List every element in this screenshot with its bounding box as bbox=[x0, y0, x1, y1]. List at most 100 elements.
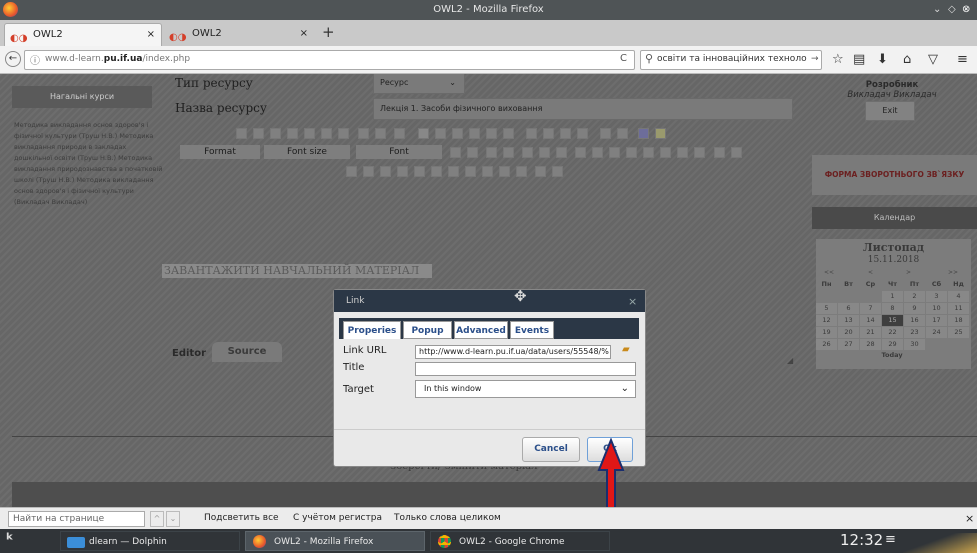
underline-icon[interactable] bbox=[452, 128, 463, 139]
pocket-icon[interactable]: ▽ bbox=[928, 50, 938, 70]
exit-button[interactable]: Exit bbox=[865, 101, 915, 121]
strike-icon[interactable] bbox=[469, 128, 480, 139]
rtl-icon[interactable] bbox=[617, 128, 628, 139]
calendar-day[interactable]: 23 bbox=[904, 327, 925, 338]
search-input[interactable]: ⚲ освіти та інноваційних технологій → bbox=[640, 50, 822, 70]
outdent-icon[interactable] bbox=[450, 147, 461, 158]
editor-tab[interactable]: Editor bbox=[172, 348, 206, 359]
next-month-button[interactable]: > bbox=[906, 269, 911, 276]
find-close-icon[interactable]: × bbox=[965, 512, 974, 525]
flash-icon[interactable] bbox=[714, 147, 725, 158]
calendar-day[interactable]: 20 bbox=[838, 327, 859, 338]
calendar-day[interactable]: 24 bbox=[926, 327, 947, 338]
tab-owl2-active[interactable]: ◐◑ OWL2 × bbox=[4, 23, 162, 46]
insert-col-icon[interactable] bbox=[482, 166, 493, 177]
cut-icon[interactable] bbox=[270, 128, 281, 139]
page-break-icon[interactable] bbox=[677, 147, 688, 158]
tab-close-icon[interactable]: × bbox=[300, 23, 308, 45]
split-icon[interactable] bbox=[431, 166, 442, 177]
resize-handle-icon[interactable]: ◢ bbox=[787, 356, 793, 365]
calendar-day[interactable]: 1 bbox=[882, 291, 903, 302]
calendar-day[interactable]: 29 bbox=[882, 339, 903, 350]
resource-name-input[interactable]: Лекція 1. Засоби фізичного виховання bbox=[373, 98, 793, 120]
calendar-day[interactable]: 14 bbox=[860, 315, 881, 326]
calendar-day[interactable]: 27 bbox=[838, 339, 859, 350]
calendar-day[interactable]: 7 bbox=[860, 303, 881, 314]
link-url-input[interactable]: http://www.d-learn.pu.if.ua/data/users/5… bbox=[415, 345, 611, 359]
info-icon[interactable]: ⓘ bbox=[30, 52, 40, 67]
calendar-day[interactable]: 11 bbox=[948, 303, 969, 314]
italic-icon[interactable] bbox=[435, 128, 446, 139]
paste-word-icon[interactable] bbox=[338, 128, 349, 139]
bookmarks-list-icon[interactable]: ▤ bbox=[853, 50, 865, 70]
find-prev-icon[interactable]: ^ bbox=[150, 511, 164, 527]
ltr-icon[interactable] bbox=[600, 128, 611, 139]
indent-icon[interactable] bbox=[467, 147, 478, 158]
table-props-icon[interactable] bbox=[346, 166, 357, 177]
calendar-day[interactable]: 13 bbox=[838, 315, 859, 326]
calendar-day[interactable]: 22 bbox=[882, 327, 903, 338]
format-select[interactable]: Format bbox=[180, 145, 260, 159]
new-tab-button[interactable]: + bbox=[322, 23, 335, 41]
media-icon[interactable] bbox=[731, 147, 742, 158]
calendar-day[interactable]: 25 bbox=[948, 327, 969, 338]
download-icon[interactable]: ⬇ bbox=[877, 50, 888, 70]
source-tab[interactable]: Source bbox=[212, 342, 282, 362]
unlink-icon[interactable] bbox=[539, 147, 550, 158]
help-icon[interactable] bbox=[552, 166, 563, 177]
task-dolphin[interactable]: dlearn — Dolphin bbox=[60, 531, 240, 551]
number-list-icon[interactable] bbox=[503, 147, 514, 158]
prev-year-button[interactable]: << bbox=[824, 269, 834, 276]
clock[interactable]: 12:32 bbox=[840, 531, 883, 549]
find-next-icon[interactable]: ⌄ bbox=[166, 511, 180, 527]
bookmark-star-icon[interactable]: ☆ bbox=[832, 50, 844, 70]
highlight-all-button[interactable]: Подсветить все bbox=[204, 513, 279, 523]
calendar-day[interactable]: 6 bbox=[838, 303, 859, 314]
clock-menu-icon[interactable]: ≡ bbox=[885, 532, 896, 547]
font-select[interactable]: Font bbox=[356, 145, 442, 159]
redo-icon[interactable] bbox=[375, 128, 386, 139]
link-icon[interactable] bbox=[522, 147, 533, 158]
subscript-icon[interactable] bbox=[486, 128, 497, 139]
text-color-icon[interactable] bbox=[638, 128, 649, 139]
row-icon[interactable] bbox=[363, 166, 374, 177]
calendar-day[interactable]: 5 bbox=[816, 303, 837, 314]
today-button[interactable]: Today bbox=[816, 351, 968, 359]
col-icon[interactable] bbox=[380, 166, 391, 177]
hr-icon[interactable] bbox=[694, 147, 705, 158]
tab-properies[interactable]: Properies bbox=[343, 321, 401, 339]
match-case-button[interactable]: С учётом регистра bbox=[293, 513, 382, 523]
task-chrome[interactable]: OWL2 - Google Chrome bbox=[430, 531, 610, 551]
blockquote-icon[interactable] bbox=[575, 147, 586, 158]
paste-icon[interactable] bbox=[304, 128, 315, 139]
tab-owl2[interactable]: ◐◑ OWL2 × bbox=[164, 23, 314, 46]
calendar-day[interactable]: 26 bbox=[816, 339, 837, 350]
tab-events[interactable]: Events bbox=[510, 321, 554, 339]
superscript-icon[interactable] bbox=[503, 128, 514, 139]
feedback-form-link[interactable]: ФОРМА ЗВОРОТНЬОГО ЗВ`ЯЗКУ bbox=[812, 155, 977, 195]
calendar-day[interactable]: 8 bbox=[882, 303, 903, 314]
paste-text-icon[interactable] bbox=[321, 128, 332, 139]
align-right-icon[interactable] bbox=[560, 128, 571, 139]
align-justify-icon[interactable] bbox=[577, 128, 588, 139]
calendar-day[interactable]: 30 bbox=[904, 339, 925, 350]
image-icon[interactable] bbox=[626, 147, 637, 158]
cell-icon[interactable] bbox=[397, 166, 408, 177]
next-year-button[interactable]: >> bbox=[948, 269, 958, 276]
calendar-day[interactable]: 4 bbox=[948, 291, 969, 302]
calendar-day[interactable]: 3 bbox=[926, 291, 947, 302]
copy-icon[interactable] bbox=[287, 128, 298, 139]
calendar-day[interactable]: 28 bbox=[860, 339, 881, 350]
tab-close-icon[interactable]: × bbox=[147, 24, 155, 46]
browse-folder-icon[interactable]: ▰ bbox=[622, 344, 630, 355]
undo-icon[interactable] bbox=[358, 128, 369, 139]
calendar-day[interactable]: 9 bbox=[904, 303, 925, 314]
task-firefox[interactable]: OWL2 - Mozilla Firefox bbox=[245, 531, 425, 551]
calendar-day-selected[interactable]: 15 bbox=[882, 315, 903, 326]
smiley-icon[interactable] bbox=[660, 147, 671, 158]
find-input[interactable]: Найти на странице bbox=[8, 511, 145, 527]
align-left-icon[interactable] bbox=[526, 128, 537, 139]
calendar-day[interactable]: 2 bbox=[904, 291, 925, 302]
delete-row-icon[interactable] bbox=[465, 166, 476, 177]
preview-icon[interactable] bbox=[516, 166, 527, 177]
